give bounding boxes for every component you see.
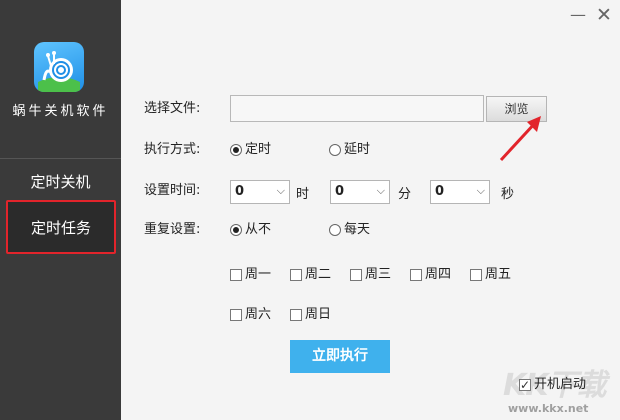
- title-bar: — ✕: [121, 0, 620, 32]
- second-select[interactable]: 0 ⌵: [430, 180, 490, 204]
- minute-select[interactable]: 0 ⌵: [330, 180, 390, 204]
- hour-unit: 时: [296, 187, 310, 202]
- repeat-radio-daily[interactable]: 每天: [329, 222, 370, 238]
- mode-radio-delay[interactable]: 延时: [329, 142, 370, 158]
- sidebar: 蜗牛关机软件 定时关机 定时任务: [0, 0, 121, 420]
- file-path-input[interactable]: [230, 95, 484, 122]
- radio-dot: [230, 224, 242, 236]
- repeat-option-label: 每天: [344, 222, 371, 237]
- minute-value: 0: [335, 184, 345, 199]
- weekday-label: 周四: [425, 267, 452, 282]
- weekday-label: 周二: [305, 267, 332, 282]
- file-label: 选择文件:: [144, 101, 201, 116]
- checkbox-box: [470, 269, 482, 281]
- sidebar-item-scheduled-shutdown[interactable]: 定时关机: [0, 170, 121, 194]
- second-value: 0: [435, 184, 445, 199]
- weekday-checkbox-mon[interactable]: 周一: [230, 267, 271, 283]
- run-now-button[interactable]: 立即执行: [290, 340, 390, 373]
- hour-value: 0: [235, 184, 245, 199]
- chevron-down-icon: ⌵: [376, 184, 385, 197]
- app-brand-name: 蜗牛关机软件: [12, 104, 109, 119]
- checkbox-box: [519, 377, 531, 393]
- radio-dot: [230, 144, 242, 156]
- autostart-label: 开机启动: [534, 377, 587, 392]
- mode-option-label: 延时: [344, 142, 371, 157]
- weekday-checkbox-thu[interactable]: 周四: [410, 267, 451, 283]
- repeat-option-label: 从不: [245, 222, 272, 237]
- weekday-label: 周五: [485, 267, 512, 282]
- repeat-radio-never[interactable]: 从不: [230, 222, 271, 238]
- autostart-checkbox[interactable]: 开机启动: [519, 377, 586, 393]
- mode-radio-timed[interactable]: 定时: [230, 142, 271, 158]
- weekday-checkbox-wed[interactable]: 周三: [350, 267, 391, 283]
- checkbox-box: [230, 309, 242, 321]
- app-logo-icon: [34, 42, 84, 92]
- weekday-label: 周一: [245, 267, 272, 282]
- close-icon[interactable]: ✕: [593, 4, 615, 26]
- weekday-checkbox-sat[interactable]: 周六: [230, 307, 271, 323]
- weekday-label: 周日: [305, 307, 332, 322]
- weekday-label: 周三: [365, 267, 392, 282]
- chevron-down-icon: ⌵: [276, 184, 285, 197]
- second-unit: 秒: [501, 187, 515, 202]
- main-panel: — ✕ 选择文件: 浏览 执行方式: 定时 延时 设置时间: 0 ⌵ 时 0 ⌵…: [121, 0, 620, 420]
- watermark-url: www.kkx.net: [508, 402, 589, 415]
- annotation-arrow-icon: [499, 116, 541, 162]
- minute-unit: 分: [398, 187, 412, 202]
- mode-option-label: 定时: [245, 142, 272, 157]
- hour-select[interactable]: 0 ⌵: [230, 180, 290, 204]
- minimize-icon[interactable]: —: [567, 4, 589, 26]
- checkbox-box: [230, 269, 242, 281]
- sidebar-item-scheduled-task[interactable]: 定时任务: [6, 200, 116, 254]
- checkbox-box: [410, 269, 422, 281]
- weekday-checkbox-fri[interactable]: 周五: [470, 267, 511, 283]
- checkbox-box: [290, 309, 302, 321]
- weekday-label: 周六: [245, 307, 272, 322]
- radio-dot: [329, 144, 341, 156]
- checkbox-box: [350, 269, 362, 281]
- time-label: 设置时间:: [144, 183, 201, 198]
- repeat-label: 重复设置:: [144, 222, 201, 237]
- checkbox-box: [290, 269, 302, 281]
- mode-label: 执行方式:: [144, 142, 201, 157]
- weekday-checkbox-tue[interactable]: 周二: [290, 267, 331, 283]
- weekday-checkbox-sun[interactable]: 周日: [290, 307, 331, 323]
- chevron-down-icon: ⌵: [476, 184, 485, 197]
- sidebar-divider: [0, 158, 121, 159]
- radio-dot: [329, 224, 341, 236]
